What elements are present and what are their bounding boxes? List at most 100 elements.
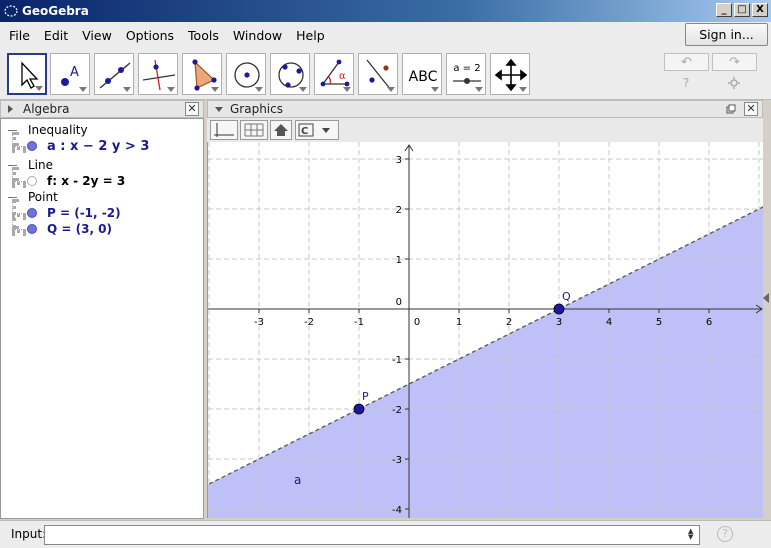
x-tick-label: 6 (706, 317, 712, 328)
collapse-arrow-icon[interactable] (8, 105, 13, 113)
x-tick-label: -3 (254, 317, 264, 328)
text-tool-label: ABC (409, 69, 438, 85)
svg-text:α: α (339, 71, 346, 82)
sign-in-button[interactable]: Sign in... (685, 23, 768, 46)
inequality-label: a (294, 473, 301, 487)
menu-bar: File Edit View Options Tools Window Help… (0, 22, 771, 48)
y-tick-label: 3 (396, 155, 402, 166)
tool-move[interactable] (7, 53, 47, 95)
x-tick-label: 3 (556, 317, 562, 328)
point-capturing-dropdown[interactable]: C (295, 120, 339, 140)
x-tick-label: 4 (606, 317, 612, 328)
svg-text:A: A (70, 65, 79, 80)
tool-perpendicular[interactable] (138, 53, 178, 95)
y-tick-label: -3 (392, 455, 402, 466)
x-tick-label: 1 (456, 317, 462, 328)
x-tick-label: -1 (354, 317, 364, 328)
visibility-toggle-P[interactable] (27, 208, 37, 218)
input-label: Input: (11, 527, 47, 541)
tool-circle-three-points[interactable] (270, 53, 310, 95)
tool-point[interactable]: A (50, 53, 90, 95)
category-line: Line (28, 158, 54, 172)
collapse-arrow-icon[interactable] (215, 107, 223, 112)
input-field[interactable] (44, 525, 700, 545)
tool-line[interactable] (94, 53, 134, 95)
close-graphics-view-button[interactable]: ✕ (744, 102, 758, 116)
geogebra-logo-icon (4, 5, 18, 17)
graphics-view[interactable]: -3 -2 -1 0 1 2 3 4 5 6 -4 -3 -2 -1 1 2 3 0 a P Q (207, 142, 763, 518)
graphics-view-header: Graphics ✕ (207, 100, 763, 118)
collapse-line-icon[interactable] (8, 165, 17, 166)
slider-tool-label: a = 2 (453, 63, 480, 74)
menu-tools[interactable]: Tools (181, 28, 226, 43)
axes-icon (214, 123, 234, 137)
graphics-view-title: Graphics (230, 102, 283, 116)
y-tick-label: 0 (396, 297, 402, 308)
undock-window-icon[interactable] (726, 104, 736, 114)
algebra-item-line-f[interactable]: f: x - 2y = 3 (47, 173, 125, 189)
tool-polygon[interactable] (182, 53, 222, 95)
tool-circle-center[interactable] (226, 53, 266, 95)
tool-text[interactable]: ABC (402, 53, 442, 95)
menu-file[interactable]: File (2, 28, 37, 43)
collapse-point-icon[interactable] (8, 197, 17, 198)
close-window-button[interactable]: X (752, 3, 768, 17)
y-tick-label: -1 (392, 355, 402, 366)
tool-move-graphics[interactable] (490, 53, 530, 95)
visibility-toggle-a[interactable] (27, 141, 37, 151)
point-label-P: P (362, 390, 369, 403)
menu-view[interactable]: View (75, 28, 119, 43)
category-inequality: Inequality (28, 123, 88, 137)
point-P (353, 403, 365, 415)
input-help-icon[interactable]: ? (717, 526, 733, 542)
x-tick-label: 2 (506, 317, 512, 328)
home-icon (274, 124, 288, 136)
point-capturing-icon: C (298, 123, 330, 137)
svg-text:C: C (301, 126, 308, 137)
grid-icon (244, 123, 264, 137)
input-bar: Input: ▲ ▼ ? (0, 520, 771, 548)
undo-button[interactable]: ↶ (664, 53, 709, 71)
tool-angle[interactable]: α (314, 53, 354, 95)
y-tick-label: -2 (392, 405, 402, 416)
graphics-canvas[interactable]: -3 -2 -1 0 1 2 3 4 5 6 -4 -3 -2 -1 1 2 3 0 a P Q (208, 142, 763, 518)
algebra-view-header: Algebra ✕ (0, 100, 204, 118)
window-title-bar: GeoGebra _ □ X (0, 0, 771, 22)
menu-window[interactable]: Window (226, 28, 289, 43)
x-tick-label: -2 (304, 317, 314, 328)
tool-slider[interactable]: a = 2 (446, 53, 486, 95)
toggle-axes-button[interactable] (210, 120, 238, 140)
point-Q (553, 303, 565, 315)
graphics-style-bar: C (207, 118, 763, 142)
y-tick-label: -4 (392, 505, 402, 516)
x-tick-label: 0 (414, 317, 420, 328)
toggle-grid-button[interactable] (240, 120, 268, 140)
visibility-toggle-Q[interactable] (27, 224, 37, 234)
algebra-view-title: Algebra (23, 102, 70, 116)
redo-button[interactable]: ↷ (712, 53, 757, 71)
algebra-item-point-P[interactable]: P = (-1, -2) (47, 205, 121, 221)
menu-help[interactable]: Help (289, 28, 332, 43)
collapse-inequality-icon[interactable] (8, 130, 17, 131)
menu-edit[interactable]: Edit (37, 28, 75, 43)
tool-reflect[interactable] (358, 53, 398, 95)
input-history-arrows-icon[interactable]: ▲ ▼ (688, 528, 693, 541)
expand-panel-arrow-icon[interactable] (763, 293, 769, 303)
algebra-item-point-Q[interactable]: Q = (3, 0) (47, 221, 112, 237)
maximize-button[interactable]: □ (734, 3, 750, 17)
help-icon[interactable]: ? (683, 76, 689, 90)
algebra-view: Inequality a : x − 2 y > 3 Line f: x - 2… (0, 118, 204, 519)
standard-view-button[interactable] (270, 120, 292, 140)
y-tick-label: 2 (396, 205, 402, 216)
minimize-button[interactable]: _ (716, 3, 732, 17)
window-title: GeoGebra (22, 4, 89, 18)
algebra-item-inequality-a[interactable]: a : x − 2 y > 3 (47, 138, 149, 154)
gear-icon[interactable] (728, 77, 740, 89)
tool-bar: A α ABC a = 2 ↶ ↷ ? (0, 48, 771, 100)
inequality-region (208, 207, 763, 518)
x-tick-label: 5 (656, 317, 662, 328)
menu-options[interactable]: Options (119, 28, 181, 43)
visibility-toggle-f[interactable] (27, 176, 37, 186)
close-algebra-view-button[interactable]: ✕ (185, 102, 199, 116)
y-tick-label: 1 (396, 255, 402, 266)
